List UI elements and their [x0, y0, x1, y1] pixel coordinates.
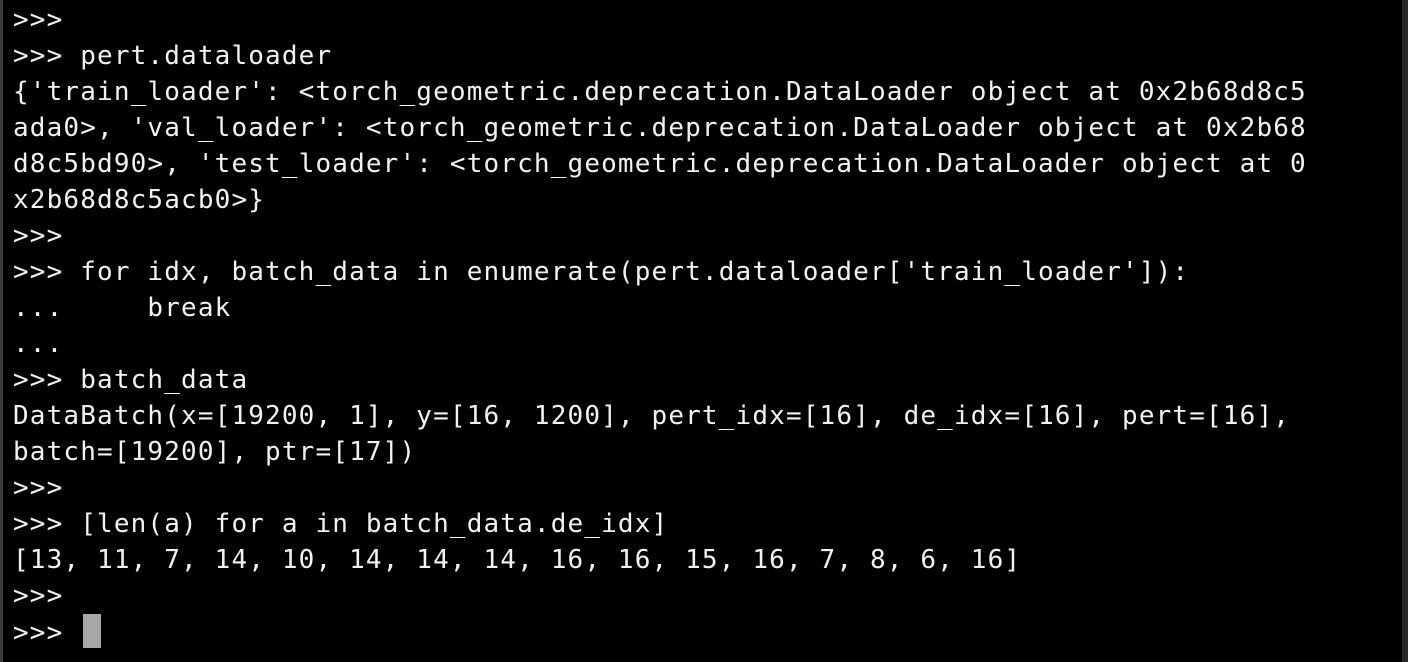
prompt-text: >>> — [13, 618, 81, 648]
terminal-line: >>> — [13, 5, 64, 35]
terminal-line: x2b68d8c5acb0>} — [13, 185, 266, 215]
terminal-line: >>> for idx, batch_data in enumerate(per… — [13, 257, 1190, 287]
active-prompt-line[interactable]: >>> — [13, 614, 1408, 650]
terminal-line: ada0>, 'val_loader': <torch_geometric.de… — [13, 113, 1307, 143]
terminal-line: >>> — [13, 221, 64, 251]
terminal-line: >>> pert.dataloader — [13, 41, 333, 71]
terminal-line: d8c5bd90>, 'test_loader': <torch_geometr… — [13, 149, 1307, 179]
terminal-line: >>> — [13, 473, 64, 503]
terminal-line: ... — [13, 329, 64, 359]
terminal-line: [13, 11, 7, 14, 10, 14, 14, 14, 16, 16, … — [13, 545, 1022, 575]
terminal-line: >>> batch_data — [13, 365, 249, 395]
terminal-line: ... break — [13, 293, 232, 323]
terminal-line: batch=[19200], ptr=[17]) — [13, 437, 417, 467]
terminal-line: DataBatch(x=[19200, 1], y=[16, 1200], pe… — [13, 401, 1291, 431]
terminal-line: {'train_loader': <torch_geometric.deprec… — [13, 77, 1307, 107]
terminal-line: >>> [len(a) for a in batch_data.de_idx] — [13, 509, 669, 539]
window-right-edge — [1402, 0, 1408, 662]
terminal-window[interactable]: >>> >>> pert.dataloader {'train_loader':… — [0, 0, 1408, 662]
window-left-edge — [0, 0, 3, 662]
terminal-line: >>> — [13, 581, 64, 611]
text-cursor — [83, 614, 102, 648]
